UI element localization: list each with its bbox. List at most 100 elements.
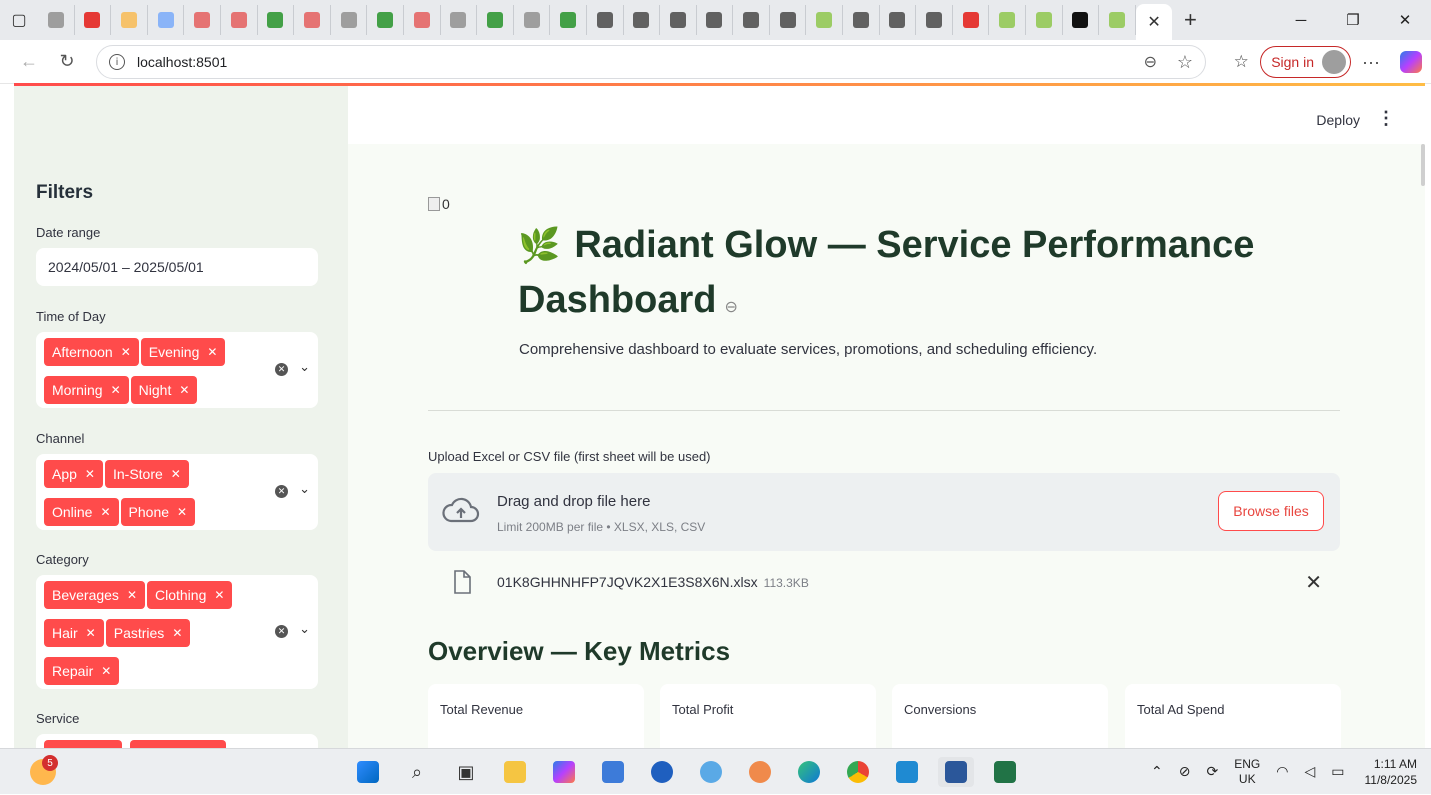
vscode-icon[interactable] [889,757,925,787]
browser-tab[interactable] [1026,5,1063,35]
category-chip[interactable]: Beverages ✕ [44,581,145,609]
more-options-icon[interactable]: ··· [1351,52,1391,73]
favorites-icon[interactable]: ☆ [1224,52,1258,72]
browser-tab[interactable] [733,5,770,35]
date-range-input[interactable]: 2024/05/01 – 2025/05/01 [36,248,318,286]
browser-tab[interactable] [1063,5,1100,35]
clear-all-icon[interactable]: ✕ [275,625,288,638]
minimize-button[interactable]: ─ [1275,0,1327,40]
close-window-button[interactable]: ✕ [1379,0,1431,40]
channel-chip[interactable]: Phone ✕ [120,498,196,526]
anchor-link-icon[interactable]: ⊖ [724,299,737,316]
browser-tab[interactable] [404,5,441,35]
clock[interactable]: 1:11 AM 11/8/2025 [1365,756,1418,788]
remove-chip-icon[interactable]: ✕ [172,626,182,640]
wifi-icon[interactable]: ◠ [1276,764,1288,780]
category-chip[interactable]: Clothing ✕ [147,581,233,609]
language-indicator[interactable]: ENG UK [1234,757,1260,787]
category-chip[interactable]: Pastries ✕ [105,619,191,647]
remove-chip-icon[interactable]: ✕ [86,626,96,640]
main-menu-icon[interactable]: ⋮ [1377,108,1395,129]
browser-tab[interactable] [111,5,148,35]
active-tab[interactable]: ✕ [1135,4,1173,40]
remove-chip-icon[interactable]: ✕ [171,467,181,481]
browser-tab[interactable] [75,5,112,35]
volume-icon[interactable]: ◁ [1304,764,1315,780]
time-of-day-multiselect[interactable]: Afternoon ✕ Evening ✕ Morning ✕ Night ✕ ✕ ⌄ [36,332,318,408]
battery-icon[interactable]: ▭ [1331,764,1344,780]
browser-tab[interactable] [550,5,587,35]
excel-icon[interactable] [987,757,1023,787]
channel-chip[interactable]: In-Store ✕ [104,460,189,488]
show-hidden-icons-icon[interactable]: ⌃ [1151,764,1163,780]
remove-chip-icon[interactable]: ✕ [101,664,111,678]
time-chip[interactable]: Night ✕ [130,376,198,404]
browser-tab[interactable] [258,5,295,35]
browser-tab[interactable] [806,5,844,35]
browser-tab[interactable] [916,5,953,35]
browser-tab[interactable] [294,5,331,35]
channel-chip[interactable]: App ✕ [44,460,103,488]
remove-chip-icon[interactable]: ✕ [214,588,224,602]
category-chip[interactable]: Repair ✕ [44,657,120,685]
search-icon[interactable]: ⌕ [399,757,435,787]
category-multiselect[interactable]: Beverages ✕ Clothing ✕ Hair ✕ Pastries ✕ Repair ✕… [36,575,318,689]
remove-chip-icon[interactable]: ✕ [85,467,95,481]
hp-icon[interactable] [644,757,680,787]
browser-tab[interactable] [367,5,404,35]
file-dropzone[interactable]: Drag and drop file here Limit 200MB per … [428,473,1340,551]
store-icon[interactable] [595,757,631,787]
remove-chip-icon[interactable]: ✕ [177,505,187,519]
service-multiselect[interactable] [36,734,318,748]
browser-tab[interactable] [514,5,551,35]
time-chip[interactable]: Afternoon ✕ [44,338,139,366]
sign-in-button[interactable]: Sign in [1260,46,1351,78]
close-tab-icon[interactable]: ✕ [1147,12,1160,32]
chrome-icon[interactable] [840,757,876,787]
browser-tab[interactable] [184,5,221,35]
back-button[interactable]: ← [10,51,48,72]
browser-tab[interactable] [624,5,661,35]
browser-tab[interactable] [697,5,734,35]
copilot-app-icon[interactable] [546,757,582,787]
chevron-down-icon[interactable]: ⌄ [299,622,310,637]
browser-tab[interactable] [38,5,75,35]
category-chip[interactable]: Hair ✕ [44,619,104,647]
browser-tab[interactable] [1099,5,1136,35]
deploy-button[interactable]: Deploy [1316,112,1360,128]
remove-chip-icon[interactable]: ✕ [121,345,131,359]
time-chip[interactable]: Morning ✕ [44,376,129,404]
remove-chip-icon[interactable]: ✕ [207,345,217,359]
browser-tab[interactable] [441,5,478,35]
browser-tab[interactable] [953,5,990,35]
meet-mute-icon[interactable]: ⊘ [1179,764,1191,780]
chevron-down-icon[interactable]: ⌄ [299,360,310,375]
remove-chip-icon[interactable]: ✕ [127,588,137,602]
browser-tab[interactable] [148,5,185,35]
browser-tab[interactable] [221,5,258,35]
time-chip[interactable]: Evening ✕ [140,338,226,366]
chevron-down-icon[interactable]: ⌄ [299,482,310,497]
browser-tab[interactable] [587,5,624,35]
url-text[interactable]: localhost:8501 [137,54,227,70]
reload-button[interactable]: ↻ [48,51,86,72]
service-chip[interactable] [130,740,226,748]
browser-tab[interactable] [843,5,880,35]
browser-tab[interactable] [989,5,1027,35]
remove-chip-icon[interactable]: ✕ [100,505,110,519]
remove-file-icon[interactable]: ✕ [1305,570,1322,595]
favorite-star-icon[interactable]: ☆ [1177,52,1193,73]
tab-actions-icon[interactable]: ▢ [0,0,38,40]
channel-multiselect[interactable]: App ✕ In-Store ✕ Online ✕ Phone ✕ ✕ ⌄ [36,454,318,530]
browser-tab[interactable] [770,5,807,35]
edge-icon[interactable] [791,757,827,787]
word-icon[interactable] [938,757,974,787]
site-info-icon[interactable]: i [109,54,125,70]
browser-tab[interactable] [660,5,697,35]
restore-button[interactable]: ❐ [1327,0,1379,40]
clear-all-icon[interactable]: ✕ [275,485,288,498]
browser-tab[interactable] [477,5,514,35]
clear-all-icon[interactable]: ✕ [275,363,288,376]
channel-chip[interactable]: Online ✕ [44,498,119,526]
snipping-tool-icon[interactable] [742,757,778,787]
